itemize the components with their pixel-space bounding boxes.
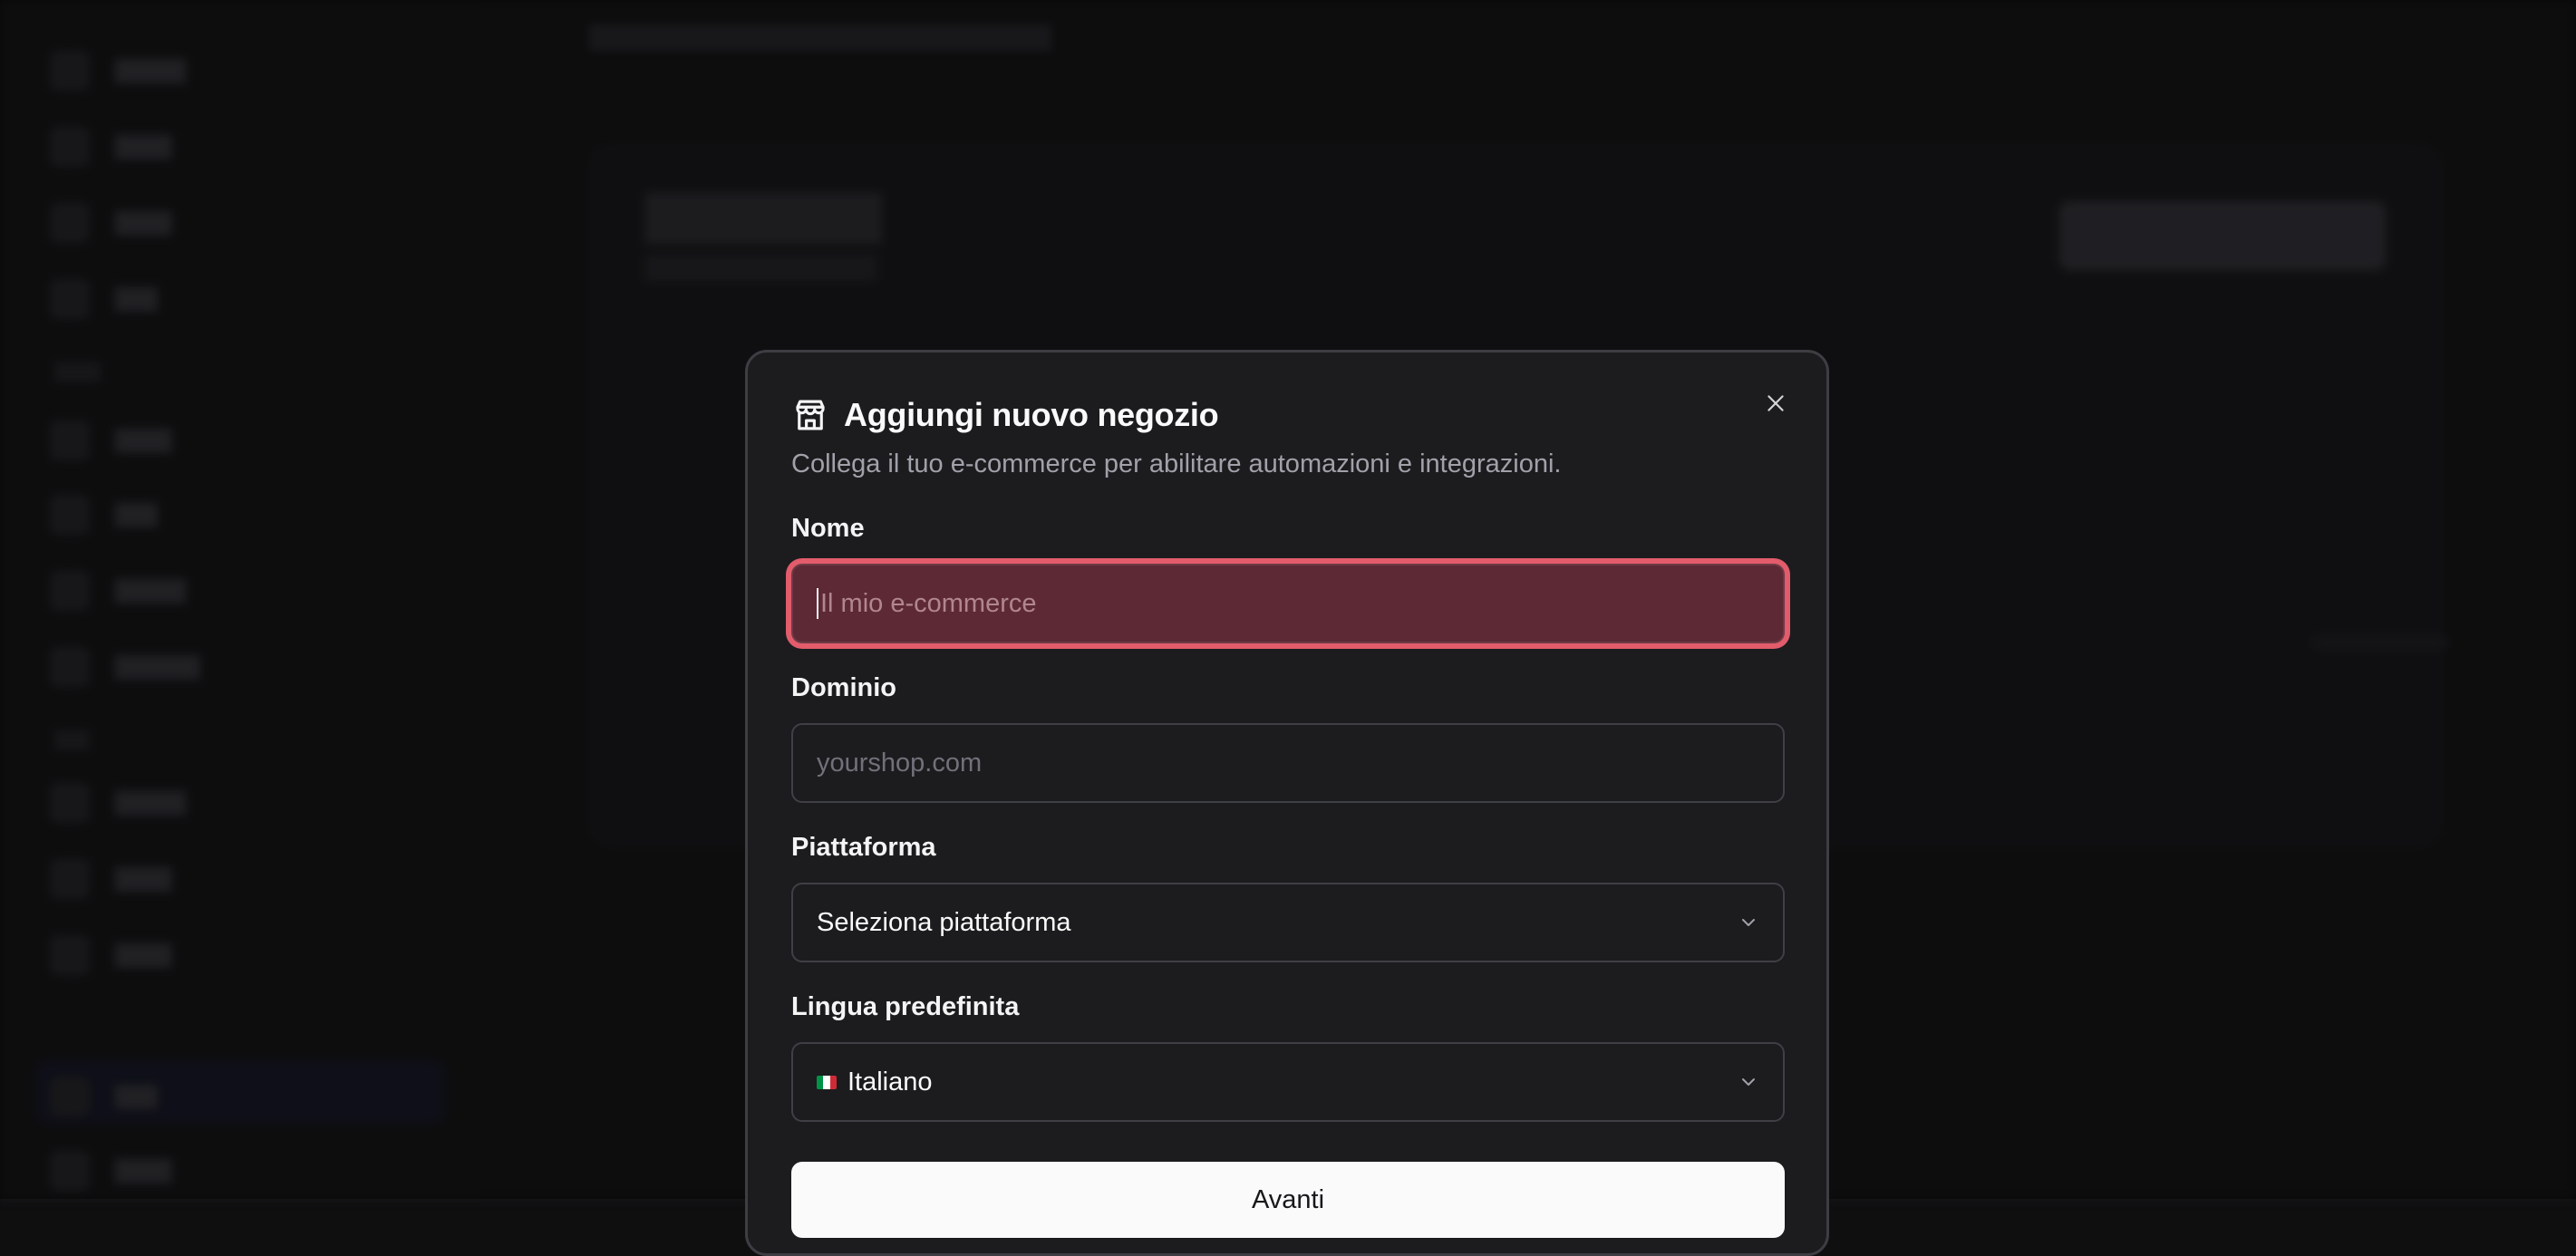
close-button[interactable] [1756, 383, 1796, 423]
platform-select[interactable]: Seleziona piattaforma [791, 883, 1785, 962]
platform-selected-value: Seleziona piattaforma [817, 907, 1071, 937]
italian-flag-icon [817, 1075, 837, 1089]
next-button[interactable]: Avanti [791, 1162, 1785, 1238]
dialog-title: Aggiungi nuovo negozio [844, 396, 1219, 433]
name-input[interactable]: Il mio e-commerce [791, 564, 1785, 643]
store-icon [791, 396, 829, 434]
platform-label: Piattaforma [791, 833, 936, 862]
language-selected-value: Italiano [847, 1067, 933, 1097]
domain-input[interactable]: yourshop.com [791, 723, 1785, 803]
name-placeholder: Il mio e-commerce [820, 588, 1037, 618]
domain-placeholder: yourshop.com [817, 748, 983, 778]
name-label: Nome [791, 514, 865, 543]
language-label: Lingua predefinita [791, 992, 1020, 1021]
dialog-description: Collega il tuo e-commerce per abilitare … [791, 449, 1562, 478]
chevron-down-icon [1738, 1071, 1759, 1093]
add-store-dialog: Aggiungi nuovo negozio Collega il tuo e-… [745, 350, 1829, 1256]
dialog-header: Aggiungi nuovo negozio [791, 396, 1219, 434]
chevron-down-icon [1738, 912, 1759, 933]
text-caret [817, 588, 818, 619]
language-select[interactable]: Italiano [791, 1042, 1785, 1122]
close-icon [1764, 391, 1787, 415]
domain-label: Dominio [791, 673, 896, 702]
